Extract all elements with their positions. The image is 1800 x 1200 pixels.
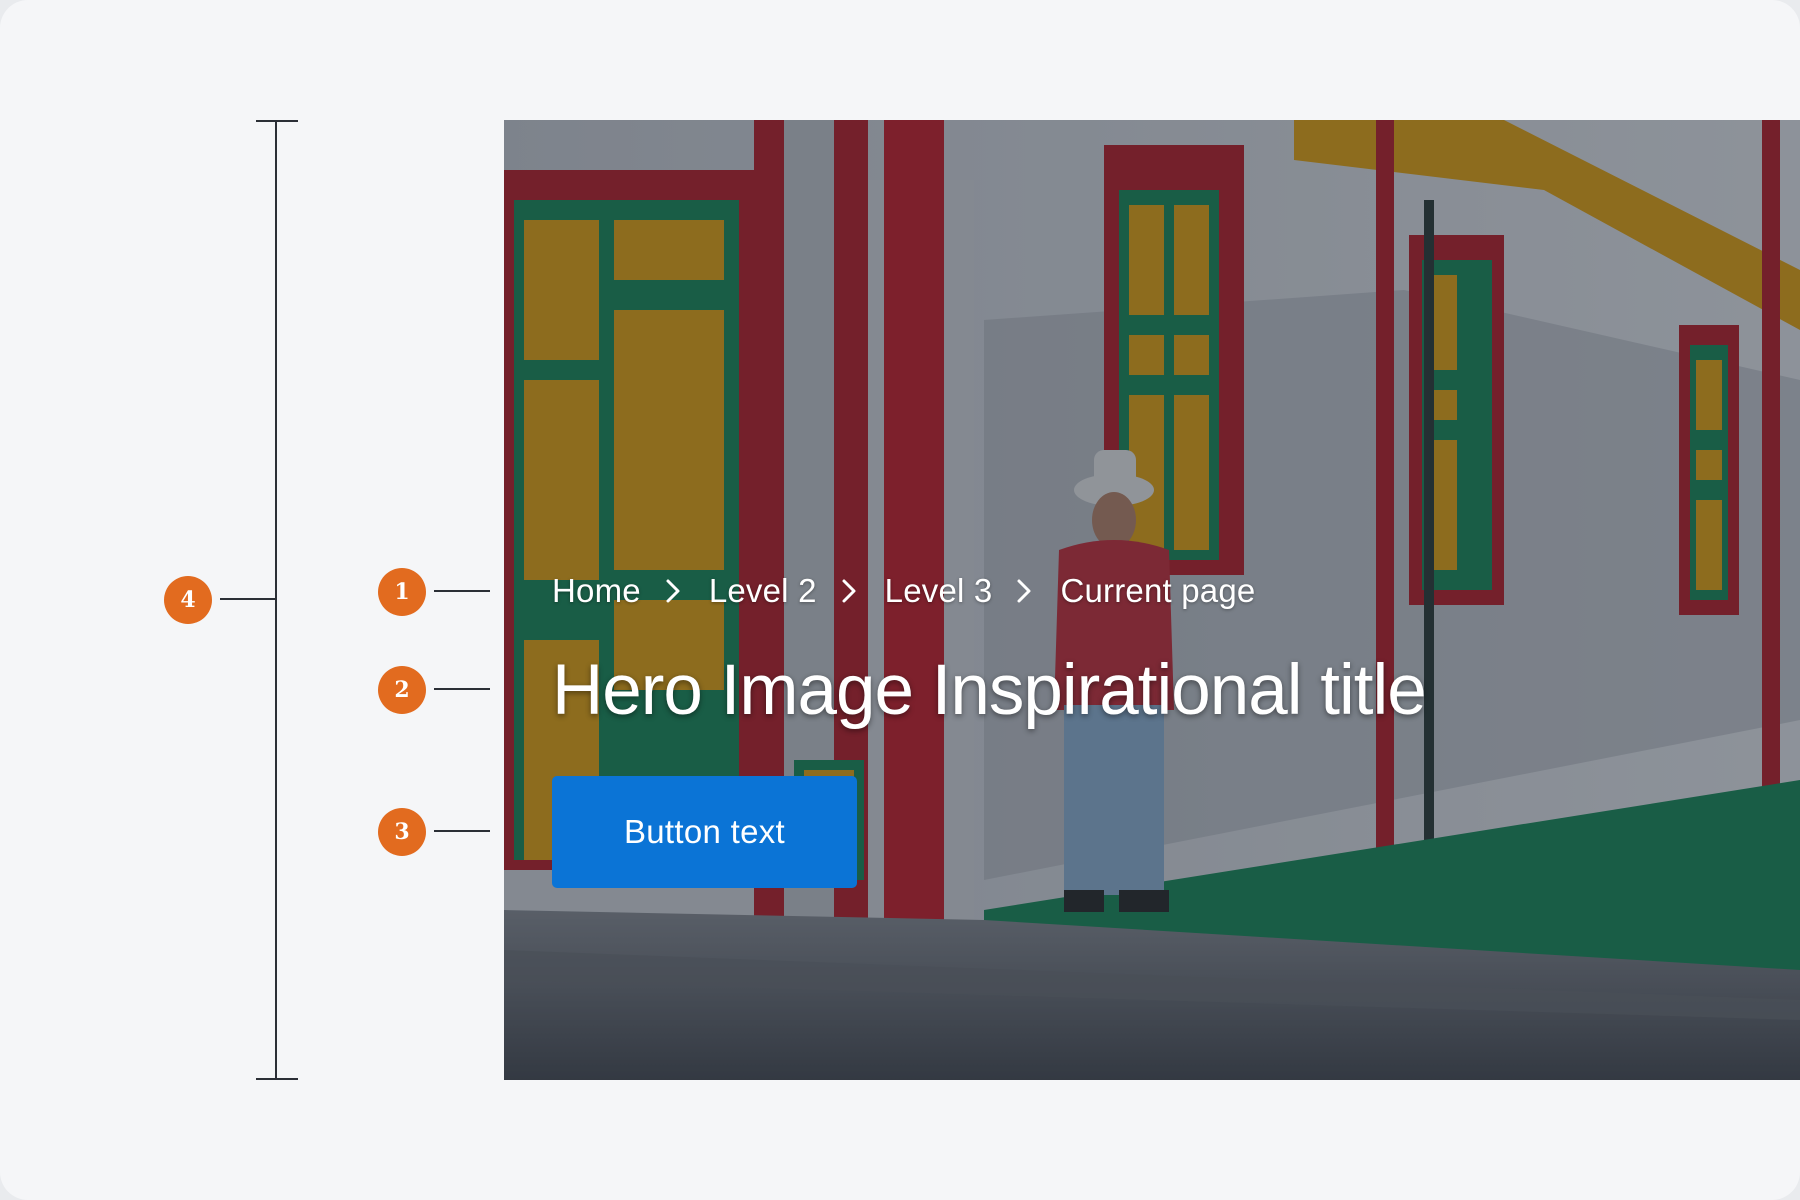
callout-badge-2: 2 <box>378 666 426 714</box>
callout-2-leader <box>434 688 490 690</box>
hero-banner: Home Level 2 Level 3 Current page Hero I… <box>504 120 1800 1080</box>
callout-4-leader <box>220 598 276 600</box>
breadcrumb-current-page: Current page <box>1060 572 1256 609</box>
callout-1-leader <box>434 590 490 592</box>
bracket-bottom-cap <box>256 1078 298 1080</box>
chevron-right-icon <box>992 576 1060 606</box>
callout-badge-4: 4 <box>164 576 212 624</box>
callout-badge-1: 1 <box>378 568 426 616</box>
bracket-top-cap <box>256 120 298 122</box>
breadcrumb-level-3-link[interactable]: Level 3 <box>885 572 993 610</box>
callout-3-leader <box>434 830 490 832</box>
chevron-right-icon <box>817 576 885 606</box>
chevron-right-icon <box>641 576 709 606</box>
breadcrumb-home-link[interactable]: Home <box>552 572 641 610</box>
annotation-canvas: 4 1 2 3 Home Level 2 Level 3 Current pag… <box>0 0 1800 1200</box>
breadcrumb: Home Level 2 Level 3 Current page <box>552 572 1255 610</box>
hero-cta-button[interactable]: Button text <box>552 776 857 888</box>
hero-height-bracket <box>275 120 277 1080</box>
hero-title: Hero Image Inspirational title <box>552 651 1427 730</box>
breadcrumb-level-2-link[interactable]: Level 2 <box>709 572 817 610</box>
callout-badge-3: 3 <box>378 808 426 856</box>
